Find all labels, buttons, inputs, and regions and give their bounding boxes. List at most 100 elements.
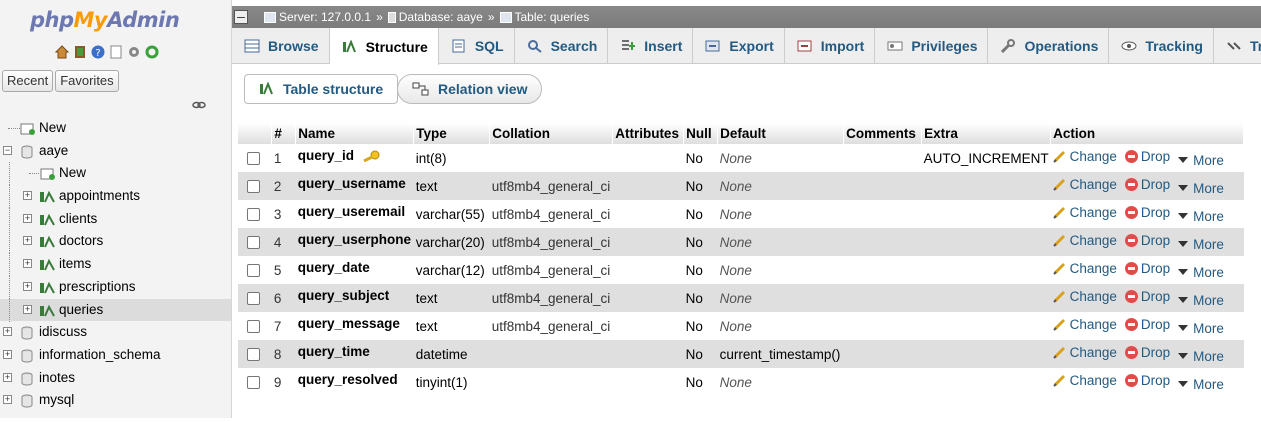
drop-icon (1124, 346, 1138, 359)
collapse-nav-icon[interactable]: – (234, 9, 248, 24)
drop-button[interactable]: Drop (1124, 177, 1170, 192)
row-checkbox[interactable] (247, 264, 260, 278)
change-button[interactable]: Change (1052, 233, 1117, 248)
table-structure-button[interactable]: Table structure (244, 74, 399, 104)
drop-button[interactable]: Drop (1124, 261, 1170, 276)
tab-export[interactable]: Export (693, 28, 785, 64)
tree-item-mysql[interactable]: + mysql (0, 389, 231, 412)
expand-icon[interactable]: + (3, 327, 12, 337)
tab-import[interactable]: Import (785, 28, 876, 64)
tree-item-new[interactable]: New (0, 162, 231, 186)
insert-icon (622, 40, 636, 50)
tab-sql[interactable]: SQL (439, 28, 515, 64)
docs-icon[interactable] (108, 44, 124, 60)
more-button[interactable]: More (1178, 321, 1224, 336)
more-button[interactable]: More (1178, 265, 1224, 280)
row-checkbox[interactable] (247, 320, 260, 334)
change-button[interactable]: Change (1052, 289, 1117, 304)
column-null: No (683, 340, 718, 368)
tab-search[interactable]: Search (515, 28, 609, 64)
row-checkbox[interactable] (247, 236, 260, 250)
favorites-tab[interactable]: Favorites (55, 70, 119, 92)
tree-item-aaye[interactable]: − aaye (0, 140, 231, 163)
change-button[interactable]: Change (1052, 149, 1117, 164)
change-button[interactable]: Change (1052, 205, 1117, 220)
tab-operations[interactable]: Operations (988, 28, 1110, 64)
drop-button[interactable]: Drop (1124, 149, 1170, 164)
tree-item-queries[interactable]: + queries (0, 298, 231, 322)
expand-icon[interactable]: + (23, 281, 32, 291)
tree-item-items[interactable]: + items (0, 253, 231, 277)
tab-privileges[interactable]: Privileges (875, 28, 989, 64)
expand-icon[interactable]: + (23, 213, 32, 223)
more-button[interactable]: More (1178, 153, 1224, 168)
change-button[interactable]: Change (1052, 261, 1117, 276)
tree-item-prescriptions[interactable]: + prescriptions (0, 275, 231, 299)
collapse-icon[interactable]: − (3, 145, 12, 155)
tab-insert[interactable]: Insert (608, 28, 694, 64)
tab-browse[interactable]: Browse (232, 28, 330, 64)
column-type: datetime (413, 340, 490, 368)
tree-item-inotes[interactable]: + inotes (0, 367, 231, 390)
change-button[interactable]: Change (1052, 345, 1117, 360)
column-default: None (717, 284, 844, 312)
more-button[interactable]: More (1178, 293, 1224, 308)
tree-item-idiscuss[interactable]: + idiscuss (0, 321, 231, 344)
reload-icon[interactable] (144, 44, 160, 60)
column-default: None (717, 144, 844, 172)
pencil-icon (1052, 150, 1065, 163)
column-header-name[interactable]: Name (295, 123, 415, 144)
link-icon[interactable] (192, 100, 206, 110)
drop-button[interactable]: Drop (1124, 373, 1170, 388)
expand-icon[interactable]: + (23, 236, 32, 246)
drop-button[interactable]: Drop (1124, 205, 1170, 220)
gear-icon[interactable] (126, 44, 142, 60)
change-button[interactable]: Change (1052, 317, 1117, 332)
drop-button[interactable]: Drop (1124, 233, 1170, 248)
drop-button[interactable]: Drop (1124, 317, 1170, 332)
tree-item-information-schema[interactable]: + information_schema (0, 344, 231, 367)
tree-item-clients[interactable]: + clients (0, 207, 231, 231)
column-extra (921, 172, 1051, 200)
row-checkbox[interactable] (247, 152, 260, 166)
help-icon[interactable]: ? (90, 44, 106, 60)
more-button[interactable]: More (1178, 237, 1224, 252)
row-checkbox[interactable] (247, 376, 260, 390)
home-icon[interactable] (54, 44, 70, 60)
tab-structure[interactable]: Structure (329, 28, 439, 65)
change-button[interactable]: Change (1052, 177, 1117, 192)
tree-item-appointments[interactable]: + appointments (0, 185, 231, 209)
column-comments (843, 284, 922, 312)
expand-icon[interactable]: + (23, 259, 32, 269)
expand-icon[interactable]: + (3, 372, 12, 382)
drop-button[interactable]: Drop (1124, 345, 1170, 360)
drop-button[interactable]: Drop (1124, 289, 1170, 304)
more-button[interactable]: More (1178, 349, 1224, 364)
tree-item-label: doctors (59, 233, 104, 249)
expand-icon[interactable]: + (23, 191, 32, 201)
tab-tracking[interactable]: Tracking (1109, 28, 1214, 64)
tree-item-doctors[interactable]: + doctors (0, 230, 231, 254)
breadcrumb-table[interactable]: Table: queries (515, 6, 590, 28)
expand-icon[interactable]: + (3, 349, 12, 359)
row-checkbox[interactable] (247, 348, 260, 362)
chevron-down-icon (1178, 269, 1189, 275)
change-button[interactable]: Change (1052, 373, 1117, 388)
tree-item-new[interactable]: New (0, 117, 231, 140)
breadcrumb-server[interactable]: Server: 127.0.0.1 (279, 6, 371, 28)
breadcrumb-database[interactable]: Database: aaye (399, 6, 483, 28)
phpmyadmin-logo[interactable]: phpMyAdmin (30, 6, 180, 34)
more-button[interactable]: More (1178, 181, 1224, 196)
expand-icon[interactable]: + (3, 395, 12, 405)
more-button[interactable]: More (1178, 209, 1224, 224)
logout-icon[interactable] (72, 44, 88, 60)
expand-icon[interactable]: + (23, 304, 32, 314)
more-button[interactable]: More (1178, 377, 1224, 392)
row-checkbox[interactable] (247, 180, 260, 194)
row-checkbox[interactable] (247, 292, 260, 306)
relation-view-button[interactable]: Relation view (397, 74, 543, 104)
tab-trigg[interactable]: Trigg (1214, 28, 1261, 64)
column-default: None (717, 368, 844, 396)
row-checkbox[interactable] (247, 208, 260, 222)
recent-tab[interactable]: Recent (2, 70, 54, 92)
